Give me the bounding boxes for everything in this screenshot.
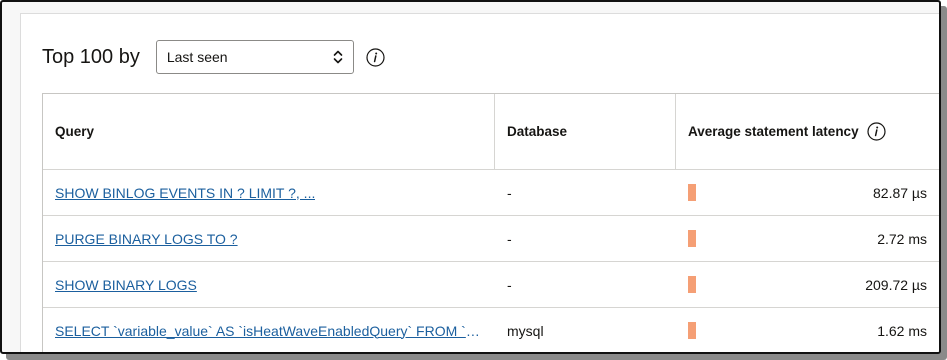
latency-bar: [688, 230, 696, 247]
database-cell: -: [507, 276, 512, 293]
query-cell: PURGE BINARY LOGS TO ?: [43, 216, 495, 261]
query-cell: SELECT `variable_value` AS `isHeatWaveEn…: [43, 308, 495, 352]
column-header-label: Average statement latency: [688, 124, 859, 139]
latency-value: 82.87 µs: [873, 184, 927, 201]
database-cell: -: [507, 184, 512, 201]
query-link[interactable]: PURGE BINARY LOGS TO ?: [55, 231, 238, 247]
sort-select[interactable]: Last seen: [155, 40, 354, 74]
screenshot-frame: Top 100 by Last seen Query Database Aver…: [0, 0, 941, 354]
database-cell: -: [507, 230, 512, 247]
info-circle-icon[interactable]: [366, 47, 385, 67]
table-row: SHOW BINLOG EVENTS IN ? LIMIT ?, ... - 8…: [43, 170, 939, 216]
column-header-database[interactable]: Database: [495, 94, 676, 169]
latency-bar: [688, 276, 696, 293]
latency-value: 1.62 ms: [877, 322, 927, 339]
toolbar: Top 100 by Last seen: [42, 39, 385, 75]
latency-bar: [688, 184, 696, 201]
column-header-label: Query: [55, 124, 95, 139]
queries-table: Query Database Average statement latency: [42, 93, 939, 352]
query-link[interactable]: SHOW BINLOG EVENTS IN ? LIMIT ?, ...: [55, 185, 315, 201]
toolbar-title: Top 100 by: [42, 45, 140, 68]
query-cell: SHOW BINLOG EVENTS IN ? LIMIT ?, ...: [43, 170, 495, 215]
column-header-query[interactable]: Query: [43, 94, 495, 169]
latency-cell: 2.72 ms: [676, 216, 939, 261]
database-cell: mysql: [507, 322, 544, 339]
latency-value: 209.72 µs: [865, 276, 927, 293]
table-header-row: Query Database Average statement latency: [43, 94, 939, 170]
table-row: SELECT `variable_value` AS `isHeatWaveEn…: [43, 308, 939, 352]
latency-cell: 209.72 µs: [676, 262, 939, 307]
latency-bar: [688, 322, 696, 339]
latency-cell: 1.62 ms: [676, 308, 939, 352]
query-link[interactable]: SELECT `variable_value` AS `isHeatWaveEn…: [55, 323, 483, 339]
column-header-latency[interactable]: Average statement latency: [676, 94, 939, 169]
latency-value: 2.72 ms: [877, 230, 927, 247]
latency-cell: 82.87 µs: [676, 170, 939, 215]
sort-select-value: Last seen: [166, 49, 228, 65]
query-link[interactable]: SHOW BINARY LOGS: [55, 277, 197, 293]
query-cell: SHOW BINARY LOGS: [43, 262, 495, 307]
table-row: SHOW BINARY LOGS - 209.72 µs: [43, 262, 939, 308]
column-header-label: Database: [507, 124, 568, 139]
info-circle-icon[interactable]: [866, 122, 886, 141]
column-header-latency-inner: Average statement latency: [688, 122, 886, 141]
content-panel: Top 100 by Last seen Query Database Aver…: [20, 13, 939, 352]
chevron-up-down-icon: [333, 50, 343, 64]
table-row: PURGE BINARY LOGS TO ? - 2.72 ms: [43, 216, 939, 262]
